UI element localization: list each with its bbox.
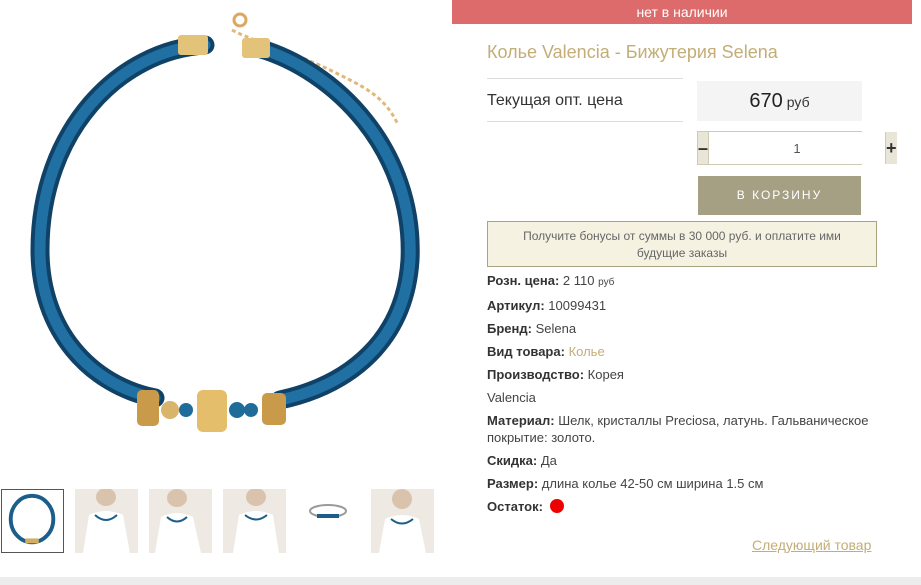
spec-value: Да [540, 453, 557, 468]
thumbnail-4[interactable] [223, 489, 286, 553]
necklace-thumb-icon [8, 493, 56, 545]
price-value: 670 [749, 90, 783, 112]
spec-label: Остаток: [487, 499, 543, 514]
spec-size: Размер: длина колье 42-50 см ширина 1.5 … [487, 475, 887, 492]
spec-retail-price: Розн. цена: 2 110 руб [487, 272, 887, 291]
spec-label: Бренд: [487, 321, 532, 336]
thumbnail-6[interactable] [371, 489, 434, 553]
bonus-notice: Получите бонусы от суммы в 30 000 руб. и… [487, 221, 877, 267]
price-currency: руб [786, 94, 810, 110]
spec-value: Корея [587, 367, 624, 382]
price-label: Текущая опт. цена [487, 78, 683, 122]
spec-value: длина колье 42-50 см ширина 1.5 см [541, 476, 764, 491]
spec-value: 2 110 [562, 273, 595, 288]
spec-material: Материал: Шелк, кристаллы Preciosa, лату… [487, 412, 887, 446]
spec-collection: Valencia [487, 390, 536, 405]
spec-label: Артикул: [487, 298, 545, 313]
quantity-decrease-button[interactable]: – [698, 132, 709, 164]
product-type-link[interactable]: Колье [569, 344, 605, 359]
model-thumb-icon [371, 489, 434, 553]
thumbnail-3[interactable] [149, 489, 212, 553]
quantity-input[interactable] [708, 132, 887, 164]
spec-value: 10099431 [548, 298, 607, 313]
thumbnail-5[interactable] [297, 489, 360, 553]
spec-stock: Остаток: [487, 498, 887, 515]
spec-brand: Бренд: Selena [487, 320, 887, 337]
gallery [0, 0, 452, 585]
model-thumb-icon [75, 489, 138, 553]
spec-article: Артикул: 10099431 [487, 297, 887, 314]
spec-label: Розн. цена: [487, 273, 560, 288]
spec-list: Розн. цена: 2 110 руб Артикул: 10099431 … [487, 272, 887, 521]
quantity-stepper: – + [697, 131, 897, 165]
model-thumb-icon [223, 489, 286, 553]
thumbnail-2[interactable] [75, 489, 138, 553]
product-main-image[interactable] [0, 0, 452, 480]
spec-label: Скидка: [487, 453, 538, 468]
next-product-link[interactable]: Следующий товар [752, 537, 871, 553]
thumbnail-1[interactable] [1, 489, 64, 553]
spec-value: Selena [535, 321, 577, 336]
price-box: 670 руб [697, 81, 862, 121]
model-thumb-icon [149, 489, 212, 553]
product-title: Колье Valencia - Бижутерия Selena [487, 42, 778, 62]
spec-product-type: Вид товара: Колье [487, 343, 887, 360]
spec-label: Размер: [487, 476, 539, 491]
quantity-increase-button[interactable]: + [886, 132, 897, 164]
necklace-side-thumb-icon [309, 504, 347, 518]
add-to-cart-button[interactable]: В КОРЗИНУ [698, 176, 861, 215]
spec-origin: Производство: Корея [487, 366, 887, 383]
spec-label: Производство: [487, 367, 585, 382]
thumbnail-strip [0, 489, 452, 555]
product-info: нет в наличии Колье Valencia - Бижутерия… [452, 0, 912, 577]
stock-status-banner: нет в наличии [452, 0, 912, 24]
spec-currency: руб [598, 277, 615, 288]
page-bottom-divider [0, 577, 921, 585]
product-page: нет в наличии Колье Valencia - Бижутерия… [0, 0, 921, 585]
stock-indicator-icon [549, 499, 564, 513]
necklace-image-icon [30, 12, 420, 432]
spec-label: Вид товара: [487, 344, 565, 359]
spec-discount: Скидка: Да [487, 452, 887, 469]
spec-label: Материал: [487, 413, 555, 428]
